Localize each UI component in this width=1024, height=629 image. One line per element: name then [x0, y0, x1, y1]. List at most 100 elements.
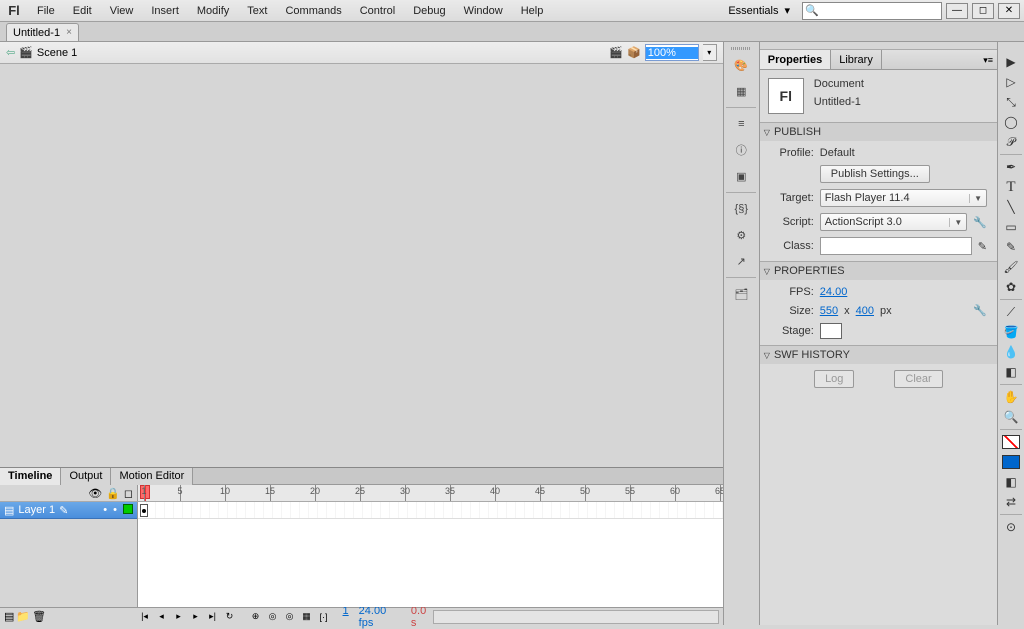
- components-panel-icon[interactable]: ⚙: [728, 224, 754, 246]
- edit-symbol-icon[interactable]: 📦: [627, 46, 641, 59]
- help-search[interactable]: 🔍: [802, 2, 942, 20]
- menu-view[interactable]: View: [101, 0, 143, 22]
- code-snippets-icon[interactable]: {§}: [728, 198, 754, 220]
- free-transform-tool-icon[interactable]: ⤡: [1000, 92, 1022, 112]
- section-properties[interactable]: ▽PROPERTIES: [760, 262, 997, 280]
- delete-layer-icon[interactable]: 🗑: [32, 610, 46, 623]
- line-tool-icon[interactable]: ╲: [1000, 197, 1022, 217]
- snap-option-icon[interactable]: ⊙: [1000, 517, 1022, 537]
- project-panel-icon[interactable]: 🗂: [728, 283, 754, 305]
- fill-color-swatch[interactable]: [1000, 452, 1022, 472]
- fps-value[interactable]: 24.00: [820, 286, 848, 298]
- bone-tool-icon[interactable]: ⟋: [1000, 302, 1022, 322]
- loop-icon[interactable]: ↻: [223, 610, 237, 624]
- play-icon[interactable]: ▸: [172, 610, 186, 624]
- clear-button[interactable]: Clear: [894, 370, 942, 388]
- menu-debug[interactable]: Debug: [404, 0, 454, 22]
- stroke-color-swatch[interactable]: [1000, 432, 1022, 452]
- tools-grip[interactable]: [998, 44, 1024, 52]
- keyframe[interactable]: [140, 504, 148, 517]
- layer-outline-swatch[interactable]: [123, 504, 133, 514]
- align-panel-icon[interactable]: ≡: [728, 113, 754, 135]
- onion-markers-icon[interactable]: [·]: [317, 610, 331, 624]
- onion-outline-icon[interactable]: ◎: [283, 610, 297, 624]
- hand-tool-icon[interactable]: ✋: [1000, 387, 1022, 407]
- 3d-rotation-tool-icon[interactable]: ◯: [1000, 112, 1022, 132]
- dock-grip[interactable]: [723, 44, 759, 52]
- info-panel-icon[interactable]: ⓘ: [728, 139, 754, 161]
- back-arrow-icon[interactable]: ⇦: [6, 46, 15, 59]
- eye-icon[interactable]: 👁: [88, 487, 102, 500]
- zoom-tool-icon[interactable]: 🔍: [1000, 407, 1022, 427]
- black-white-icon[interactable]: ◧: [1000, 472, 1022, 492]
- goto-last-icon[interactable]: ▸|: [206, 610, 220, 624]
- tab-library[interactable]: Library: [831, 50, 882, 69]
- paint-bucket-tool-icon[interactable]: 🪣: [1000, 322, 1022, 342]
- wrench-icon[interactable]: 🔧: [973, 216, 987, 229]
- menu-text[interactable]: Text: [238, 0, 276, 22]
- transform-panel-icon[interactable]: ▣: [728, 165, 754, 187]
- text-tool-icon[interactable]: T: [1000, 177, 1022, 197]
- eyedropper-tool-icon[interactable]: 💧: [1000, 342, 1022, 362]
- minimize-button[interactable]: —: [946, 3, 968, 19]
- close-button[interactable]: ✕: [998, 3, 1020, 19]
- maximize-button[interactable]: ◻: [972, 3, 994, 19]
- tab-properties[interactable]: Properties: [760, 50, 831, 69]
- motion-presets-icon[interactable]: ↗: [728, 250, 754, 272]
- rectangle-tool-icon[interactable]: ▭: [1000, 217, 1022, 237]
- frame-row[interactable]: [138, 502, 723, 519]
- stage-color-swatch[interactable]: [820, 323, 842, 339]
- width-value[interactable]: 550: [820, 305, 838, 317]
- height-value[interactable]: 400: [856, 305, 874, 317]
- menu-control[interactable]: Control: [351, 0, 404, 22]
- panel-grip[interactable]: [760, 42, 997, 50]
- section-swf-history[interactable]: ▽SWF HISTORY: [760, 346, 997, 364]
- section-publish[interactable]: ▽PUBLISH: [760, 123, 997, 141]
- onion-skin-icon[interactable]: ◎: [266, 610, 280, 624]
- menu-help[interactable]: Help: [512, 0, 553, 22]
- timeline-ruler[interactable]: 15101520253035404550556065707580859095: [138, 485, 723, 501]
- layer-row[interactable]: ▤ Layer 1 ✎ • •: [0, 502, 137, 519]
- center-frame-icon[interactable]: ⊕: [249, 610, 263, 624]
- pencil-tool-icon[interactable]: ✎: [1000, 237, 1022, 257]
- subselection-tool-icon[interactable]: ▷: [1000, 72, 1022, 92]
- color-panel-icon[interactable]: 🎨: [728, 54, 754, 76]
- new-folder-icon[interactable]: 📁: [16, 610, 30, 623]
- edit-scene-icon[interactable]: 🎬: [609, 46, 623, 59]
- scene-name[interactable]: Scene 1: [37, 47, 77, 59]
- selection-tool-icon[interactable]: ▶: [1000, 52, 1022, 72]
- pen-tool-icon[interactable]: ✒: [1000, 157, 1022, 177]
- lasso-tool-icon[interactable]: 𝒫: [1000, 132, 1022, 152]
- pencil-icon[interactable]: ✎: [978, 240, 987, 253]
- tab-output[interactable]: Output: [61, 468, 111, 485]
- brush-tool-icon[interactable]: 🖌: [1000, 257, 1022, 277]
- script-select[interactable]: ActionScript 3.0▼: [820, 213, 968, 231]
- workspace-switcher[interactable]: Essentials▾: [718, 2, 798, 20]
- close-tab-icon[interactable]: ×: [66, 27, 72, 38]
- document-tab[interactable]: Untitled-1 ×: [6, 23, 79, 41]
- edit-multi-icon[interactable]: ▦: [300, 610, 314, 624]
- tab-motion-editor[interactable]: Motion Editor: [111, 468, 193, 485]
- eraser-tool-icon[interactable]: ◧: [1000, 362, 1022, 382]
- wrench-icon[interactable]: 🔧: [973, 304, 987, 317]
- step-fwd-icon[interactable]: ▸: [189, 610, 203, 624]
- panel-options-icon[interactable]: ▾≡: [979, 50, 997, 69]
- step-back-icon[interactable]: ◂: [155, 610, 169, 624]
- layer-visible-dot[interactable]: •: [103, 504, 107, 516]
- target-select[interactable]: Flash Player 11.4▼: [820, 189, 987, 207]
- tab-timeline[interactable]: Timeline: [0, 468, 61, 485]
- help-search-input[interactable]: [819, 5, 939, 17]
- layer-lock-dot[interactable]: •: [113, 504, 117, 516]
- timeline-frames[interactable]: [138, 502, 723, 607]
- goto-first-icon[interactable]: |◂: [138, 610, 152, 624]
- menu-window[interactable]: Window: [455, 0, 512, 22]
- swap-colors-icon[interactable]: ⇄: [1000, 492, 1022, 512]
- swatches-panel-icon[interactable]: ▦: [728, 80, 754, 102]
- menu-edit[interactable]: Edit: [64, 0, 101, 22]
- layer-name[interactable]: Layer 1: [18, 504, 55, 516]
- menu-commands[interactable]: Commands: [276, 0, 350, 22]
- menu-file[interactable]: File: [28, 0, 64, 22]
- zoom-field[interactable]: 100%: [645, 44, 699, 61]
- menu-insert[interactable]: Insert: [142, 0, 188, 22]
- publish-settings-button[interactable]: Publish Settings...: [820, 165, 930, 183]
